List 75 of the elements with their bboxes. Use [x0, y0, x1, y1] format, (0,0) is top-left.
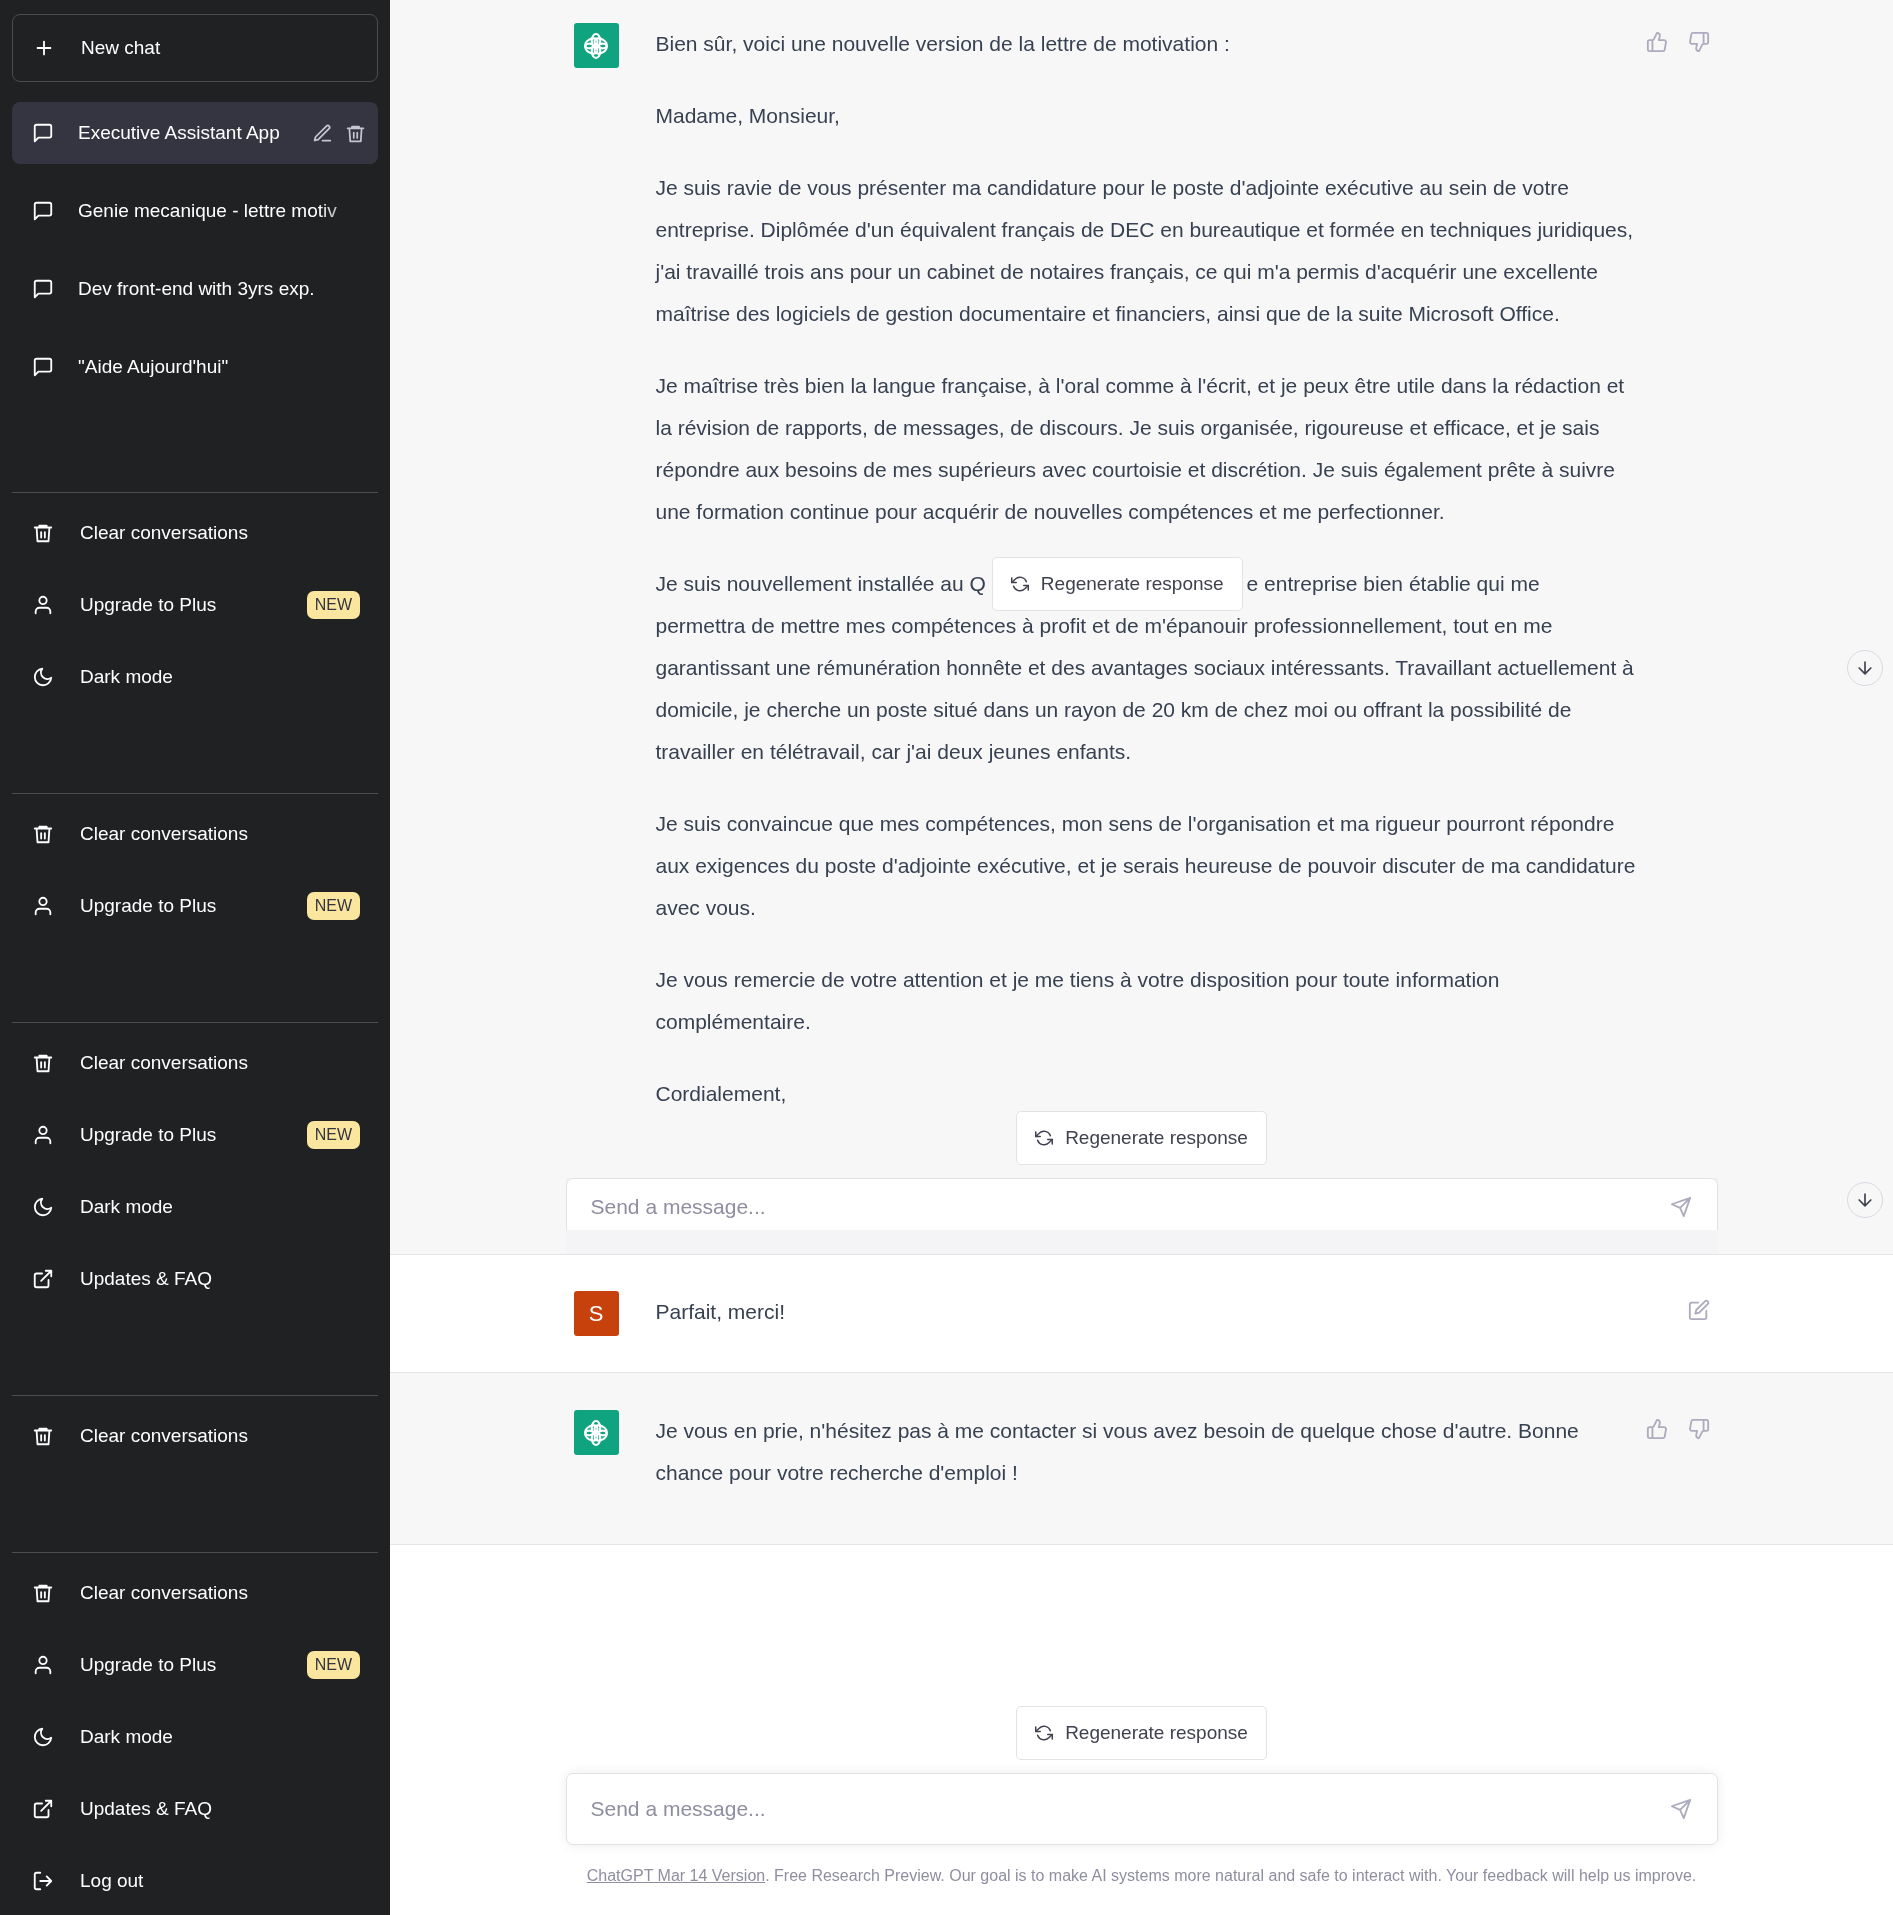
message-text: Parfait, merci!: [655, 1299, 787, 1325]
chat-bubble-icon: [32, 122, 54, 144]
moon-icon: [32, 1196, 54, 1218]
regenerate-button[interactable]: Regenerate response: [1016, 1111, 1267, 1165]
external-link-icon: [32, 1268, 54, 1290]
message-text: permettra de mettre mes compétences à profit et de m'épanouir professionnellement, tout en me garantissant une rémunération honnête et des avantages sociaux intéressants. Travaillant actuellement à domicile, je cherche un poste situé dans un rayon de 20 km de chez moi ou offrant la possibilité de travailler en télétravail, car j'ai deux jeunes enfants.: [655, 613, 1635, 765]
scroll-down-button[interactable]: [1847, 1182, 1883, 1218]
message-text: Je suis convaincue que mes compétences, mon sens de l'organisation et ma rigueur pourront répondre aux exigences du poste d'adjointe exécutive, et je serais heureuse de pouvoir discuter de ma candidature avec vous.: [655, 811, 1637, 921]
conversation-item[interactable]: Dev front-end with 3yrs exp.: [12, 258, 378, 320]
thumbs-up-icon[interactable]: [1645, 1418, 1668, 1440]
regenerate-button[interactable]: Regenerate response: [991, 557, 1243, 611]
new-badge: NEW: [306, 892, 360, 920]
menu-item[interactable]: Log out: [12, 1845, 378, 1915]
logout-icon: [32, 1870, 54, 1892]
menu-item[interactable]: Updates & FAQ: [12, 1773, 378, 1845]
menu-item[interactable]: Updates & FAQ: [12, 1243, 378, 1315]
conversation-item[interactable]: Executive Assistant App: [12, 102, 378, 164]
chat-bubble-icon: [32, 278, 54, 300]
message-text: Je suis nouvellement installée au Q: [655, 571, 986, 597]
conversation-item[interactable]: "Aide Aujourd'hui": [12, 336, 378, 398]
user-avatar: S: [573, 1291, 619, 1336]
menu-item[interactable]: Clear conversations: [12, 798, 378, 870]
trash-icon: [32, 1425, 54, 1447]
menu-item[interactable]: Upgrade to Plus NEW: [12, 1099, 378, 1171]
menu-item[interactable]: Upgrade to Plus NEW: [12, 569, 378, 641]
menu-item[interactable]: Dark mode: [12, 1171, 378, 1243]
message-text: Je vous remercie de votre attention et je me tiens à votre disposition pour toute information complémentaire.: [655, 967, 1501, 1035]
trash-icon: [32, 1582, 54, 1604]
new-badge: NEW: [306, 1651, 360, 1679]
message-input-field[interactable]: Send a message...: [565, 1773, 1718, 1845]
trash-icon: [32, 823, 54, 845]
user-icon: [32, 1654, 54, 1676]
send-icon[interactable]: [1669, 1798, 1692, 1820]
pencil-icon[interactable]: [312, 122, 333, 144]
new-badge: NEW: [306, 1121, 360, 1149]
user-icon: [32, 895, 54, 917]
thumbs-down-icon[interactable]: [1687, 31, 1710, 53]
trash-icon: [32, 1052, 54, 1074]
message-text: Je maîtrise très bien la langue française, à l'oral comme à l'écrit, et je peux être utile dans la rédaction et la révision de rapports, de messages, de discours. Je suis organisée, rigoureuse et efficace, et je sais répondre aux besoins de mes supérieurs avec courtoisie et discrétion. Je suis également prête à suivre une formation continue pour acquérir de nouvelles compétences et me perfectionner.: [655, 373, 1626, 525]
moon-icon: [32, 1726, 54, 1748]
edit-icon[interactable]: [1687, 1299, 1710, 1321]
refresh-icon: [1035, 1724, 1054, 1742]
user-icon: [32, 1124, 54, 1146]
message-text: Je suis ravie de vous présenter ma candidature pour le poste d'adjointe exécutive au sein de votre entreprise. Diplômée d'un équivalent français de DEC en bureautique et formée en techniques juridiques, j'ai travaillé trois ans pour un cabinet de notaires français, ce qui m'a permis d'acquérir une excellente maîtrise des logiciels de gestion documentaire et financiers, ainsi que de la suite Microsoft Office.: [655, 175, 1635, 327]
menu-item[interactable]: Clear conversations: [12, 1027, 378, 1099]
menu-item[interactable]: Clear conversations: [12, 1400, 378, 1472]
message-text: e entreprise bien établie qui me: [1246, 571, 1540, 597]
trash-icon: [32, 522, 54, 544]
moon-icon: [32, 666, 54, 688]
chat-bubble-icon: [32, 356, 54, 378]
chat-bubble-icon: [32, 200, 54, 222]
conversation-item[interactable]: Genie mecanique - lettre motiv: [12, 180, 378, 242]
menu-item[interactable]: Upgrade to Plus NEW: [12, 1629, 378, 1701]
send-icon[interactable]: [1669, 1196, 1692, 1218]
new-chat-button[interactable]: New chat: [12, 14, 378, 82]
regenerate-button[interactable]: Regenerate response: [1016, 1706, 1267, 1760]
menu-item[interactable]: Clear conversations: [12, 497, 378, 569]
message-text: Bien sûr, voici une nouvelle version de la lettre de motivation :: [655, 31, 1231, 57]
menu-item[interactable]: Dark mode: [12, 1701, 378, 1773]
thumbs-up-icon[interactable]: [1645, 31, 1668, 53]
footer-note: ChatGPT Mar 14 Version. Free Research Preview. Our goal is to make AI systems more natural and safe to interact with. Your feedback will help us improve.: [586, 1867, 1697, 1885]
message-text: Madame, Monsieur,: [655, 103, 841, 129]
refresh-icon: [1010, 575, 1029, 593]
message-text: Je vous en prie, n'hésitez pas à me contacter si vous avez besoin de quelque chose d'autre. Bonne chance pour votre recherche d'emploi !: [655, 1418, 1580, 1486]
message-input-field[interactable]: Send a message...: [565, 1178, 1718, 1230]
menu-item[interactable]: Upgrade to Plus NEW: [12, 870, 378, 942]
refresh-icon: [1035, 1129, 1054, 1147]
menu-item[interactable]: Dark mode: [12, 641, 378, 713]
user-icon: [32, 594, 54, 616]
message-text: Cordialement,: [655, 1081, 788, 1107]
external-link-icon: [32, 1798, 54, 1820]
menu-item[interactable]: Clear conversations: [12, 1557, 378, 1629]
new-badge: NEW: [306, 591, 360, 619]
scroll-down-button[interactable]: [1847, 650, 1883, 686]
thumbs-down-icon[interactable]: [1687, 1418, 1710, 1440]
